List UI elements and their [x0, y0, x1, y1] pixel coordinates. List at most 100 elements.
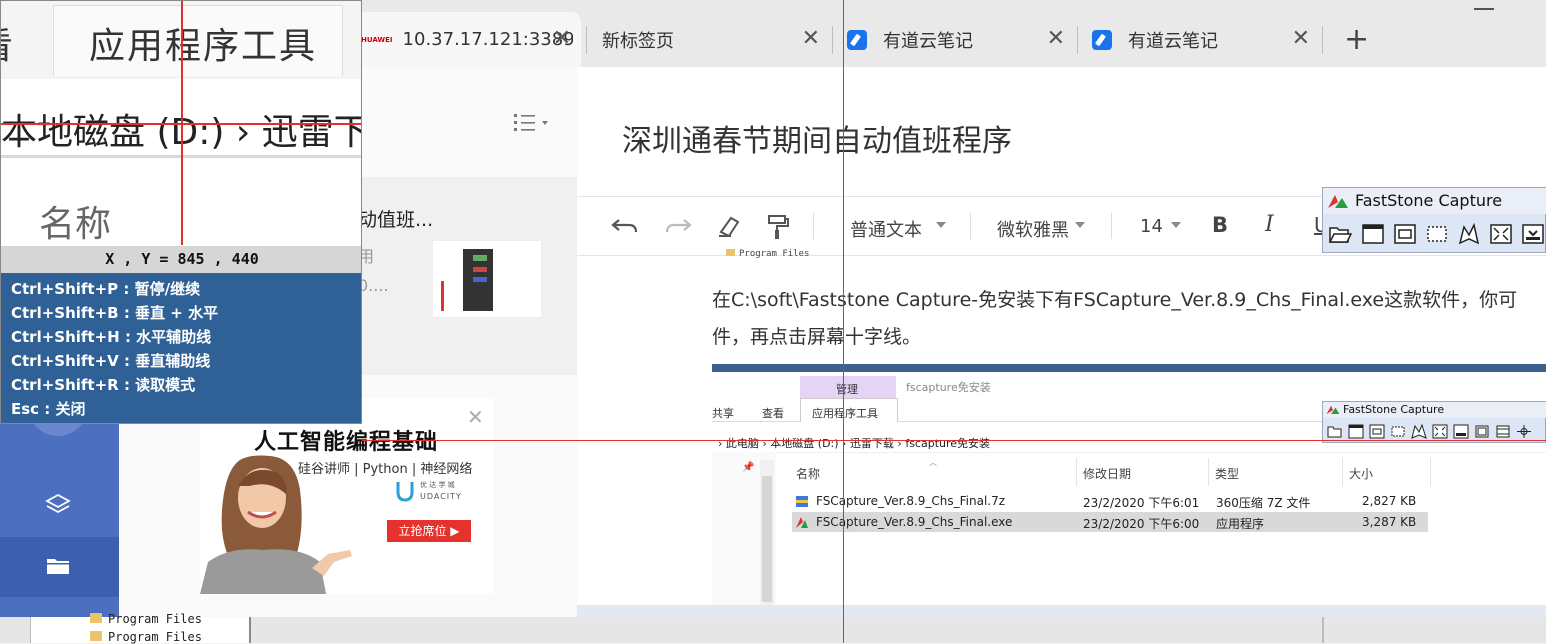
bold-button[interactable]: B	[1212, 213, 1228, 237]
toolbar-divider	[1111, 213, 1112, 239]
faststone-title[interactable]: FastStone Capture	[1323, 188, 1546, 214]
udacity-logo-text: 优 达 学 城 UDACITY	[420, 480, 480, 502]
capture-freehand-icon[interactable]	[1458, 223, 1480, 245]
chevron-down-icon	[936, 222, 946, 228]
toolbar-divider	[970, 213, 971, 239]
shortcut-line: Ctrl+Shift+B : 垂直 + 水平	[11, 304, 219, 322]
ribbon-tab: 共享	[712, 407, 734, 420]
close-icon[interactable]: ✕	[1047, 28, 1065, 50]
magnified-tab-partial: 看	[1, 17, 13, 69]
ribbon-manage-label: 管理	[836, 383, 858, 396]
column-divider	[1430, 458, 1431, 486]
faststone-buttons	[1327, 424, 1532, 439]
capture-region-icon	[1475, 425, 1489, 438]
format-painter-icon[interactable]	[766, 214, 790, 240]
file-name: FSCapture_Ver.8.9_Chs_Final.exe	[816, 515, 1013, 529]
udacity-logo-icon	[395, 480, 415, 502]
folder-label: Program Files	[108, 630, 202, 644]
capture-fullscreen-icon[interactable]	[1490, 223, 1512, 245]
column-divider	[1208, 458, 1209, 486]
shortcut-line: Ctrl+Shift+V : 垂直辅助线	[11, 352, 211, 370]
minimize-button[interactable]	[1474, 8, 1494, 10]
ad-cta-button[interactable]: 立抢席位 ▶	[387, 520, 471, 542]
magnifier-window: 看 应用程序工具 本地磁盘 (D:) › 迅雷下 名称 X , Y = 845 …	[0, 0, 362, 424]
tab-title: 有道云笔记	[883, 30, 973, 52]
tab-youdao-note[interactable]: 有道云笔记 ✕	[835, 12, 1075, 67]
tab-youdao-note-2[interactable]: 有道云笔记 ✕	[1080, 12, 1320, 67]
list-view-icon[interactable]	[514, 112, 550, 134]
redo-icon[interactable]	[664, 214, 692, 238]
shortcut-line: Ctrl+Shift+H : 水平辅助线	[11, 328, 212, 346]
capture-object-icon[interactable]	[1394, 223, 1416, 245]
archive-icon	[796, 496, 808, 507]
shortcut-line: Esc : 关闭	[11, 400, 86, 418]
column-divider	[1076, 458, 1077, 486]
tab-remote-desktop[interactable]: HUAWEI 10.37.17.121:3389 ✕	[355, 12, 581, 67]
open-folder-icon[interactable]	[1328, 223, 1352, 245]
close-icon[interactable]: ✕	[467, 405, 484, 429]
undo-icon[interactable]	[611, 214, 639, 238]
list-item: Program Files	[90, 612, 202, 626]
tab-title: 新标签页	[602, 30, 674, 52]
capture-fullscreen-icon	[1432, 424, 1448, 439]
capture-freehand-icon	[1411, 424, 1427, 439]
scrollbar-thumb	[762, 476, 772, 602]
embedded-image-top: Program Files	[726, 249, 809, 259]
body-text[interactable]: 在C:\soft\Faststone Capture-免安装下有FSCaptur…	[712, 285, 1517, 312]
file-date: 23/2/2020 下午6:00	[1083, 517, 1200, 531]
shortcut-line: Ctrl+Shift+P : 暂停/继续	[11, 280, 201, 298]
table-row: FSCapture_Ver.8.9_Chs_Final.7z 23/2/2020…	[792, 491, 1428, 511]
capture-window-icon[interactable]	[1362, 223, 1384, 245]
pin-icon: 📌	[742, 462, 755, 473]
column-header: 大小	[1349, 467, 1374, 481]
file-type: 360压缩 7Z 文件	[1216, 496, 1311, 510]
italic-button[interactable]: I	[1265, 212, 1274, 237]
sort-arrow-icon: ︿	[929, 458, 937, 467]
close-icon[interactable]: ✕	[553, 28, 571, 50]
tab-title: 有道云笔记	[1128, 30, 1218, 52]
crosshair-icon	[1517, 425, 1531, 438]
divider	[1322, 617, 1324, 643]
close-icon[interactable]: ✕	[802, 28, 820, 50]
huawei-logo-icon: HUAWEI	[361, 35, 393, 44]
column-header: 类型	[1215, 467, 1240, 481]
capture-scrolling-icon	[1453, 424, 1469, 439]
eraser-icon[interactable]	[717, 214, 741, 238]
youdao-note-icon	[847, 29, 867, 50]
faststone-title: FastStone Capture	[1323, 402, 1546, 418]
magnified-column-label: 名称	[39, 204, 112, 245]
faststone-logo-icon	[796, 517, 808, 528]
list-item: Program Files	[90, 630, 202, 644]
ad-subtitle: 硅谷讲师 | Python | 神经网络	[298, 462, 473, 477]
capture-scrolling-icon[interactable]	[1522, 223, 1544, 245]
youdao-note-icon	[1092, 29, 1112, 50]
folder-icon	[46, 556, 70, 576]
capture-rectangle-icon[interactable]	[1426, 223, 1448, 245]
page-title[interactable]: 深圳通春节期间自动值班程序	[622, 116, 1012, 160]
tab-separator	[586, 26, 587, 54]
note-thumbnail	[432, 240, 542, 318]
chevron-down-icon	[1075, 222, 1085, 228]
close-icon[interactable]: ✕	[1292, 28, 1310, 50]
toolbar-divider	[813, 213, 814, 239]
layers-icon[interactable]	[45, 492, 71, 516]
file-size: 3,287 KB	[1362, 515, 1417, 529]
tab-separator	[1322, 26, 1323, 54]
column-header: 修改日期	[1083, 467, 1132, 481]
magnifier-crosshair-horizontal	[1, 123, 361, 125]
capture-rectangle-icon	[1391, 426, 1405, 437]
shortcut-line: Ctrl+Shift+R : 读取模式	[11, 376, 196, 394]
tab-new-tab[interactable]: 新标签页 ✕	[590, 12, 830, 67]
capture-fixed-icon	[1496, 425, 1510, 438]
body-text[interactable]: 件，再点击屏幕十字线。	[712, 322, 921, 349]
font-size-select[interactable]: 14	[1140, 216, 1163, 237]
plus-icon[interactable]: +	[1344, 22, 1369, 57]
column-divider	[1342, 458, 1343, 486]
table-row: FSCapture_Ver.8.9_Chs_Final.exe 23/2/202…	[792, 512, 1428, 532]
file-date: 23/2/2020 下午6:01	[1083, 496, 1200, 510]
paragraph-style-select[interactable]: 普通文本	[850, 216, 922, 242]
logo-line: 优 达 学 城	[420, 481, 455, 489]
font-family-select[interactable]: 微软雅黑	[997, 216, 1069, 242]
breadcrumb: › 此电脑 › 本地磁盘 (D:) › 迅雷下载 › fscapture免安装	[718, 437, 991, 450]
file-type: 应用程序	[1216, 517, 1265, 531]
